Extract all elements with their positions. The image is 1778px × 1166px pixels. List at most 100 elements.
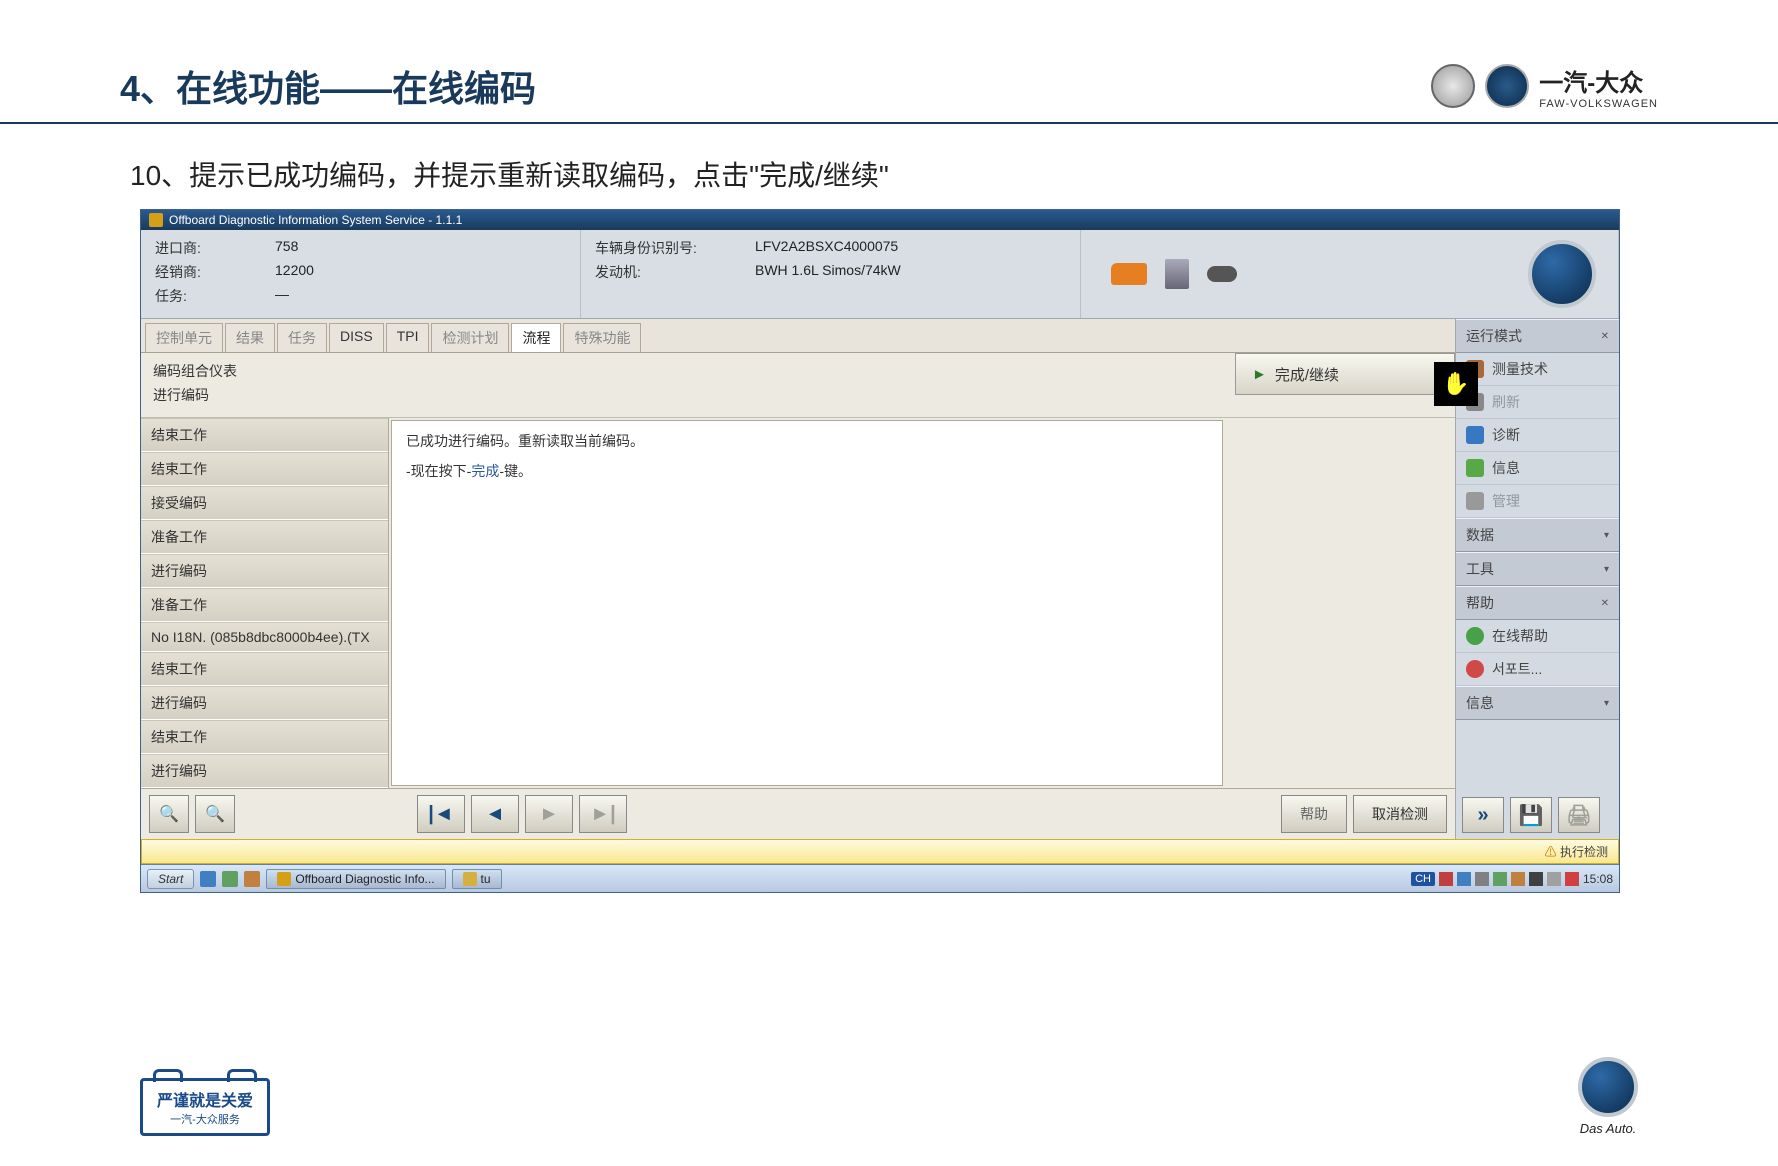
rp-item[interactable]: 서포트... — [1456, 653, 1619, 686]
taskbar: Start Offboard Diagnostic Info... tu CH … — [141, 864, 1619, 892]
rp-expand-button[interactable]: » — [1462, 797, 1504, 833]
nav-next-button[interactable]: ► — [525, 795, 573, 833]
quicklaunch-icon[interactable] — [222, 871, 238, 887]
tab-7[interactable]: 特殊功能 — [563, 323, 641, 352]
lang-indicator[interactable]: CH — [1411, 872, 1435, 886]
nav-last-button[interactable]: ►| — [579, 795, 627, 833]
brand-cn: 一汽-大众 — [1539, 63, 1658, 98]
rp-tools-head[interactable]: 工具▾ — [1456, 552, 1619, 586]
rp-item-icon — [1466, 660, 1484, 678]
tab-5[interactable]: 检测计划 — [431, 323, 509, 352]
tray-icon[interactable] — [1439, 872, 1453, 886]
tab-6[interactable]: 流程 — [511, 323, 561, 352]
task-value: — — [275, 286, 289, 306]
rp-info-head[interactable]: 信息▾ — [1456, 686, 1619, 720]
step-item[interactable]: 准备工作 — [141, 520, 388, 554]
rp-print-button[interactable]: 🖨 — [1558, 797, 1600, 833]
tab-row: 控制单元结果任务DISSTPI检测计划流程特殊功能 — [141, 319, 1455, 353]
quicklaunch-icon[interactable] — [244, 871, 260, 887]
step-item[interactable]: 接受编码 — [141, 486, 388, 520]
tray-icon[interactable] — [1475, 872, 1489, 886]
engine-label: 发动机: — [595, 262, 755, 282]
rp-item[interactable]: 管理 — [1456, 485, 1619, 518]
slide-title: 4、在线功能——在线编码 — [120, 60, 536, 112]
key-icon — [1207, 266, 1237, 282]
rp-item[interactable]: 在线帮助 — [1456, 620, 1619, 653]
faw-logo-icon — [1431, 64, 1475, 108]
step-item[interactable]: 结束工作 — [141, 452, 388, 486]
step-item[interactable]: 进行编码 — [141, 686, 388, 720]
finish-continue-button[interactable]: ► 完成/继续 — [1235, 353, 1455, 395]
rp-item[interactable]: 诊断 — [1456, 419, 1619, 452]
rp-item-icon — [1466, 492, 1484, 510]
rp-item-icon — [1466, 627, 1484, 645]
tab-3[interactable]: DISS — [329, 323, 384, 352]
chevron-icon: ✕ — [1601, 598, 1609, 609]
bottom-toolbar: 🔍 🔍 |◄ ◄ ► ►| 帮助 取消检测 — [141, 788, 1455, 839]
taskbar-app-odis[interactable]: Offboard Diagnostic Info... — [266, 869, 445, 889]
footer-vw-logo: Das Auto. — [1578, 1057, 1638, 1136]
step-item[interactable]: No I18N. (085b8dbc8000b4ee).(TX — [141, 622, 388, 652]
rp-data-head[interactable]: 数据▾ — [1456, 518, 1619, 552]
msg-line2: -现在按下-完成-键。 — [406, 461, 1208, 481]
finish-label: 完成/继续 — [1275, 364, 1339, 385]
step-item[interactable]: 结束工作 — [141, 418, 388, 452]
service-stamp: 严谨就是关爱 一汽-大众服务 — [140, 1078, 270, 1136]
tray-icon[interactable] — [1457, 872, 1471, 886]
start-button[interactable]: Start — [147, 869, 194, 889]
tab-4[interactable]: TPI — [386, 323, 430, 352]
tray-icon[interactable] — [1493, 872, 1507, 886]
rp-mode-head[interactable]: 运行模式✕ — [1456, 319, 1619, 353]
nav-prev-button[interactable]: ◄ — [471, 795, 519, 833]
cancel-test-button[interactable]: 取消检测 — [1353, 795, 1447, 833]
tab-1[interactable]: 结果 — [225, 323, 275, 352]
window-titlebar: Offboard Diagnostic Information System S… — [141, 210, 1619, 230]
zoom-in-button[interactable]: 🔍 — [195, 795, 235, 833]
tray-icon[interactable] — [1565, 872, 1579, 886]
nav-first-button[interactable]: |◄ — [417, 795, 465, 833]
info-left: 进口商:758 经销商:12200 任务:— — [141, 230, 581, 318]
tab-2[interactable]: 任务 — [277, 323, 327, 352]
server-icon — [1165, 259, 1189, 289]
vin-label: 车辆身份识别号: — [595, 238, 755, 258]
rp-item[interactable]: 测量技术 — [1456, 353, 1619, 386]
dealer-value: 12200 — [275, 262, 314, 282]
tray-icon[interactable] — [1547, 872, 1561, 886]
help-button[interactable]: 帮助 — [1281, 795, 1347, 833]
right-panel: 运行模式✕ 测量技术刷新诊断信息管理 数据▾ 工具▾ 帮助✕ 在线帮助서포트..… — [1455, 319, 1619, 839]
tray-icon[interactable] — [1529, 872, 1543, 886]
vw-badge-icon — [1528, 240, 1596, 308]
app-window: Offboard Diagnostic Information System S… — [140, 209, 1620, 893]
step-item[interactable]: 结束工作 — [141, 720, 388, 754]
msg-line1: 已成功进行编码。重新读取当前编码。 — [406, 431, 1208, 451]
rp-help-head[interactable]: 帮助✕ — [1456, 586, 1619, 620]
step-item[interactable]: 结束工作 — [141, 652, 388, 686]
alert-bar: 执行检测 — [141, 839, 1619, 864]
rp-item[interactable]: 刷新 — [1456, 386, 1619, 419]
message-area: 已成功进行编码。重新读取当前编码。 -现在按下-完成-键。 — [391, 420, 1223, 786]
chevron-down-icon: ▾ — [1604, 530, 1609, 541]
chevron-down-icon: ▾ — [1604, 698, 1609, 709]
taskbar-app-folder[interactable]: tu — [452, 869, 502, 889]
vin-value: LFV2A2BSXC4000075 — [755, 238, 898, 258]
step-item[interactable]: 准备工作 — [141, 588, 388, 622]
dealer-label: 经销商: — [155, 262, 275, 282]
rp-save-button[interactable]: 💾 — [1510, 797, 1552, 833]
rp-item-icon — [1466, 426, 1484, 444]
car-icon — [1111, 263, 1147, 285]
quicklaunch-icon[interactable] — [200, 871, 216, 887]
tab-0[interactable]: 控制单元 — [145, 323, 223, 352]
cursor-hand-icon — [1434, 362, 1478, 406]
tray-icon[interactable] — [1511, 872, 1525, 886]
slide-caption: 10、提示已成功编码，并提示重新读取编码，点击"完成/继续" — [0, 124, 1778, 209]
brand-en: FAW-VOLKSWAGEN — [1539, 98, 1658, 110]
system-tray: CH 15:08 — [1411, 872, 1613, 886]
step-list[interactable]: 结束工作结束工作接受编码准备工作进行编码准备工作No I18N. (085b8d… — [141, 418, 389, 788]
app-icon — [149, 213, 163, 227]
importer-value: 758 — [275, 238, 298, 258]
zoom-out-button[interactable]: 🔍 — [149, 795, 189, 833]
step-item[interactable]: 进行编码 — [141, 554, 388, 588]
rp-item[interactable]: 信息 — [1456, 452, 1619, 485]
step-item[interactable]: 进行编码 — [141, 754, 388, 788]
side-gap — [1225, 418, 1455, 788]
